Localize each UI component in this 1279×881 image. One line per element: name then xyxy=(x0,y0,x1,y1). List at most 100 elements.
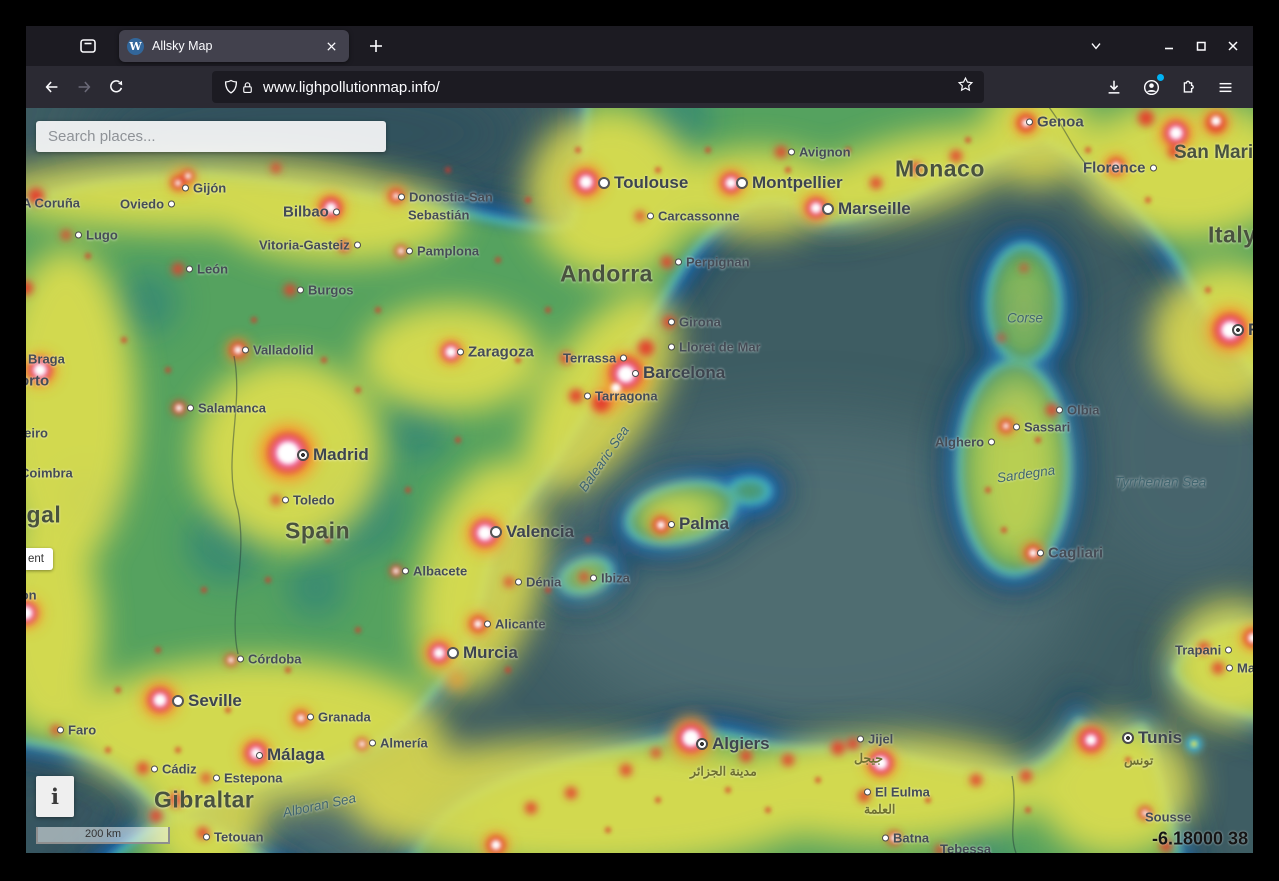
map-label: Valencia xyxy=(490,522,574,542)
map-label-text: Ibiza xyxy=(601,571,630,586)
close-icon xyxy=(1226,39,1240,53)
map-label-text: Lisbon xyxy=(26,588,37,603)
map-label-text: Valencia xyxy=(506,522,574,542)
city-marker xyxy=(864,789,871,796)
url-bar[interactable]: www.lighpollutionmap.info/ xyxy=(212,71,984,103)
map-label-text: San Marino xyxy=(1174,142,1253,164)
map-label: Olbia xyxy=(1056,403,1100,418)
map-label-text: Burgos xyxy=(308,283,354,298)
city-marker xyxy=(75,232,82,239)
menu-button[interactable] xyxy=(1209,71,1241,103)
city-marker xyxy=(168,201,175,208)
chevron-down-icon xyxy=(1088,38,1104,54)
map-label-text: Andorra xyxy=(560,261,653,288)
map-label: Gijón xyxy=(182,181,226,196)
map-label: Jijel xyxy=(857,732,893,747)
firefox-view-icon xyxy=(78,36,98,56)
map-label-text: Aveiro xyxy=(26,426,48,441)
map-label: Donostia-San xyxy=(398,190,493,205)
map-viewport[interactable]: A Coruña Gijón Oviedo Lugo Bilbao Donost… xyxy=(26,108,1253,853)
map-label: Tyrrhenian Sea xyxy=(1115,475,1206,490)
map-label: León xyxy=(186,262,228,277)
reload-icon xyxy=(107,78,125,96)
map-label: Estepona xyxy=(213,771,283,786)
city-marker xyxy=(675,259,682,266)
city-marker xyxy=(447,647,459,659)
map-label-text: Genoa xyxy=(1037,114,1084,131)
map-label-text: Oviedo xyxy=(120,197,164,212)
map-label: Barcelona xyxy=(632,363,725,383)
city-marker xyxy=(1026,119,1033,126)
tab-bar: W Allsky Map xyxy=(26,26,1253,66)
city-marker xyxy=(172,695,184,707)
map-label: Italy xyxy=(1208,222,1253,249)
map-label: Dénia xyxy=(515,575,561,590)
minimize-icon xyxy=(1162,39,1176,53)
map-label-text: Barcelona xyxy=(643,363,725,383)
map-label: Toulouse xyxy=(598,173,688,193)
map-label: Almería xyxy=(369,736,428,751)
map-label: Gibraltar xyxy=(154,787,254,814)
map-label-text: Gijón xyxy=(193,181,226,196)
browser-tab[interactable]: W Allsky Map xyxy=(119,30,349,62)
map-label: Sebastián xyxy=(408,208,469,223)
city-marker xyxy=(668,319,675,326)
shield-icon xyxy=(222,78,240,96)
city-marker xyxy=(203,834,210,841)
map-label: Lloret de Mar xyxy=(668,340,761,355)
forward-button[interactable] xyxy=(68,71,100,103)
info-button[interactable]: i xyxy=(36,776,74,817)
reload-button[interactable] xyxy=(100,71,132,103)
city-marker xyxy=(242,347,249,354)
map-label-text: Girona xyxy=(679,315,721,330)
maximize-icon xyxy=(1194,39,1208,53)
map-label: Sousse xyxy=(1145,810,1191,825)
map-label-text: Valladolid xyxy=(253,343,314,358)
map-label-text: Sebastián xyxy=(408,208,469,223)
map-label: Toledo xyxy=(282,493,335,508)
map-label: Genoa xyxy=(1026,114,1084,131)
back-button[interactable] xyxy=(36,71,68,103)
map-label-text: Salamanca xyxy=(198,401,266,416)
close-window-button[interactable] xyxy=(1219,32,1247,60)
city-marker xyxy=(788,149,795,156)
downloads-button[interactable] xyxy=(1098,71,1130,103)
city-marker xyxy=(1225,647,1232,654)
firefox-view-button[interactable] xyxy=(73,31,103,61)
city-marker xyxy=(406,248,413,255)
map-label-text: Toledo xyxy=(293,493,335,508)
search-input[interactable] xyxy=(36,121,386,152)
account-button[interactable] xyxy=(1135,71,1167,103)
map-label: تونس xyxy=(1124,753,1153,768)
map-label-text: Toulouse xyxy=(614,173,688,193)
city-marker xyxy=(151,766,158,773)
maximize-button[interactable] xyxy=(1187,32,1215,60)
puzzle-icon xyxy=(1179,78,1197,96)
map-label: Bilbao xyxy=(283,204,340,221)
tab-close-button[interactable] xyxy=(321,36,341,56)
list-all-tabs-button[interactable] xyxy=(1081,31,1111,61)
map-label: Faro xyxy=(57,723,96,738)
city-marker xyxy=(988,439,995,446)
map-label: Ibiza xyxy=(590,571,630,586)
new-tab-button[interactable] xyxy=(361,31,391,61)
extensions-button[interactable] xyxy=(1172,71,1204,103)
city-marker xyxy=(333,209,340,216)
map-label: Pamplona xyxy=(406,244,479,259)
map-label-text: El Eulma xyxy=(875,785,930,800)
map-label-text: Faro xyxy=(68,723,96,738)
clipped-control[interactable]: ent xyxy=(26,548,53,570)
map-label-text: Gibraltar xyxy=(154,787,254,814)
coordinates-readout: -6.18000 38 xyxy=(1152,829,1248,850)
city-marker xyxy=(668,344,675,351)
map-label: Porto xyxy=(26,373,49,390)
map-label-text: Jijel xyxy=(868,732,893,747)
city-marker xyxy=(590,575,597,582)
map-label-text: Palma xyxy=(679,514,729,534)
bookmark-star-button[interactable] xyxy=(957,76,974,98)
map-label: العلمة xyxy=(864,802,895,817)
city-marker xyxy=(1037,550,1044,557)
minimize-button[interactable] xyxy=(1155,32,1183,60)
hamburger-menu-icon xyxy=(1217,79,1234,96)
map-label: Albacete xyxy=(402,564,467,579)
